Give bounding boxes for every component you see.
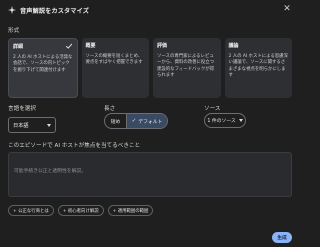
dialog-header: 音声解説をカスタマイズ	[8, 4, 89, 16]
format-card-desc: ソースの専門家によるレビューから、資料の改善に役立つ建設的なフィードバックが得ら…	[157, 54, 215, 79]
source-label: ソース	[204, 106, 221, 112]
format-label: 形式	[8, 28, 20, 34]
format-card-title: 評価	[157, 43, 168, 49]
length-label: 長さ	[104, 106, 116, 112]
suggestion-chip[interactable]: + 適用範囲の範囲	[107, 205, 154, 216]
format-card-desc: 2 人の AI ホストによる活発な会話で、ソースの内トピックを掘り下げて関連付け…	[13, 55, 73, 73]
format-cards: 詳細 2 人の AI ホストによる活発な会話で、ソースの内トピックを掘り下げて関…	[8, 38, 292, 98]
source-select[interactable]: 1 件のソース	[204, 113, 246, 128]
focus-label: このエピソードで AI ホストが焦点を当てるべきこと	[8, 143, 141, 149]
format-card-title: 議論	[228, 43, 239, 49]
format-card-desc: ソースの概要を短くまとめ、要点をすばやく把握できます	[85, 54, 143, 66]
format-card-review[interactable]: 評価 ソースの専門家によるレビューから、資料の改善に役立つ建設的なフィードバック…	[153, 38, 221, 98]
format-card-desc: 2 人の AI ホストによる思慮深い議論で、ソースに関するさまざまな視点を明らか…	[228, 54, 288, 79]
suggestion-chip[interactable]: + 初心者向け解説	[57, 205, 104, 216]
source-value: 1 件のソース	[207, 119, 236, 124]
dialog-title: 音声解説をカスタマイズ	[20, 7, 89, 15]
close-icon[interactable]: ✕	[282, 4, 292, 14]
format-card-detail[interactable]: 詳細 2 人の AI ホストによる活発な会話で、ソースの内トピックを掘り下げて関…	[8, 38, 78, 98]
length-option-short[interactable]: 短め	[105, 114, 127, 128]
length-toggle: 短め ✓ デフォルト	[104, 113, 168, 129]
language-value: 日本語	[13, 122, 29, 129]
language-label: 言語を選択	[8, 106, 36, 112]
format-card-debate[interactable]: 議論 2 人の AI ホストによる思慮深い議論で、ソースに関するさまざまな視点を…	[224, 38, 292, 98]
length-option-default-label: デフォルト	[138, 119, 163, 125]
format-card-summary[interactable]: 概要 ソースの概要を短くまとめ、要点をすばやく把握できます	[81, 38, 149, 98]
language-select[interactable]: 日本語	[8, 117, 56, 133]
suggestion-chip[interactable]: + 公正な行商とは	[8, 205, 54, 216]
sparkle-icon	[8, 6, 16, 14]
focus-input[interactable]: 可能手続き公正と透明性を解説。	[8, 152, 292, 197]
check-icon: ✓	[131, 118, 137, 124]
length-option-short-label: 短め	[110, 119, 121, 125]
check-icon	[65, 43, 72, 49]
length-option-default[interactable]: ✓ デフォルト	[127, 114, 167, 128]
suggestion-chips: + 公正な行商とは + 初心者向け解説 + 適用範囲の範囲	[8, 205, 154, 216]
chevron-down-icon	[238, 119, 243, 122]
chevron-down-icon	[47, 123, 51, 127]
focus-placeholder: 可能手続き公正と透明性を解説。	[14, 169, 86, 174]
format-card-title: 概要	[85, 43, 96, 49]
customize-audio-dialog: 音声解説をカスタマイズ ✕ 形式 詳細 2 人の AI ホストによる活発な会話で…	[0, 0, 300, 247]
generate-button[interactable]: 生成	[272, 232, 292, 243]
